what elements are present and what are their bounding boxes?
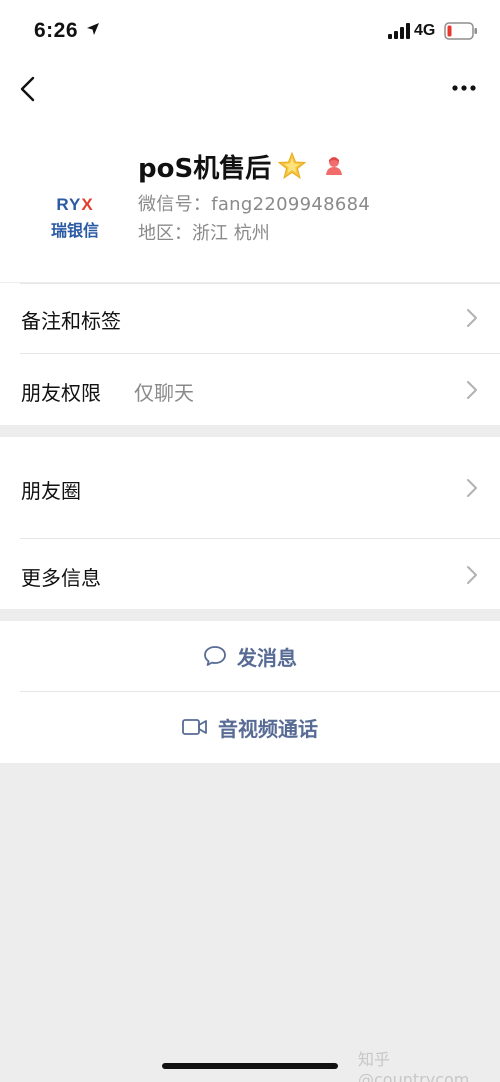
wechat-id: 微信号：fang2209948684 [138, 194, 371, 215]
signal-strength-icon [388, 23, 410, 39]
star-emoji-icon [277, 151, 307, 180]
video-camera-icon [182, 719, 207, 735]
remark-tags-row[interactable]: 备注和标签 [0, 283, 500, 353]
send-message-button[interactable]: 发消息 [0, 621, 500, 691]
chevron-right-icon [467, 381, 477, 399]
moments-label: 朋友圈 [21, 479, 81, 503]
back-button[interactable] [14, 72, 44, 106]
profile-card: RYX 瑞银信 poS机售后 微信号：fang2209948684 地区：浙江 … [0, 118, 500, 282]
video-call-label: 音视频通话 [218, 716, 318, 741]
remark-tags-label: 备注和标签 [21, 309, 121, 333]
friend-permission-label: 朋友权限 [21, 381, 101, 405]
status-time: 6:26 [34, 19, 79, 42]
battery-icon [444, 22, 477, 40]
chevron-right-icon [467, 479, 477, 497]
divider [20, 691, 500, 692]
status-bar: 6:26 4G [0, 0, 500, 62]
moments-row[interactable]: 朋友圈 [0, 437, 500, 538]
location-arrow-icon [87, 23, 99, 35]
divider [20, 353, 500, 354]
more-info-label: 更多信息 [21, 566, 101, 590]
watermark: 知乎 @countrycom [358, 1050, 470, 1082]
network-type: 4G [414, 22, 436, 39]
chevron-right-icon [467, 566, 477, 584]
nickname-row: poS机售后 [138, 148, 345, 184]
chat-bubble-icon [204, 646, 226, 666]
female-gender-icon [326, 157, 343, 175]
avatar-subtitle: 瑞银信 [50, 221, 99, 240]
avatar-logo: RYX [56, 195, 94, 214]
chevron-right-icon [467, 309, 477, 327]
friend-permission-row[interactable]: 朋友权限 仅聊天 [0, 353, 500, 425]
more-info-row[interactable]: 更多信息 [0, 538, 500, 609]
avatar[interactable]: RYX 瑞银信 [20, 140, 124, 244]
nickname: poS机售后 [138, 153, 272, 184]
region: 地区：浙江 杭州 [138, 223, 270, 244]
divider [20, 538, 500, 539]
video-call-button[interactable]: 音视频通话 [0, 691, 500, 763]
more-button[interactable] [446, 78, 482, 98]
home-indicator[interactable] [162, 1063, 338, 1069]
send-message-label: 发消息 [237, 645, 297, 670]
divider [20, 283, 500, 284]
nav-bar [0, 62, 500, 118]
friend-permission-value: 仅聊天 [134, 381, 194, 405]
